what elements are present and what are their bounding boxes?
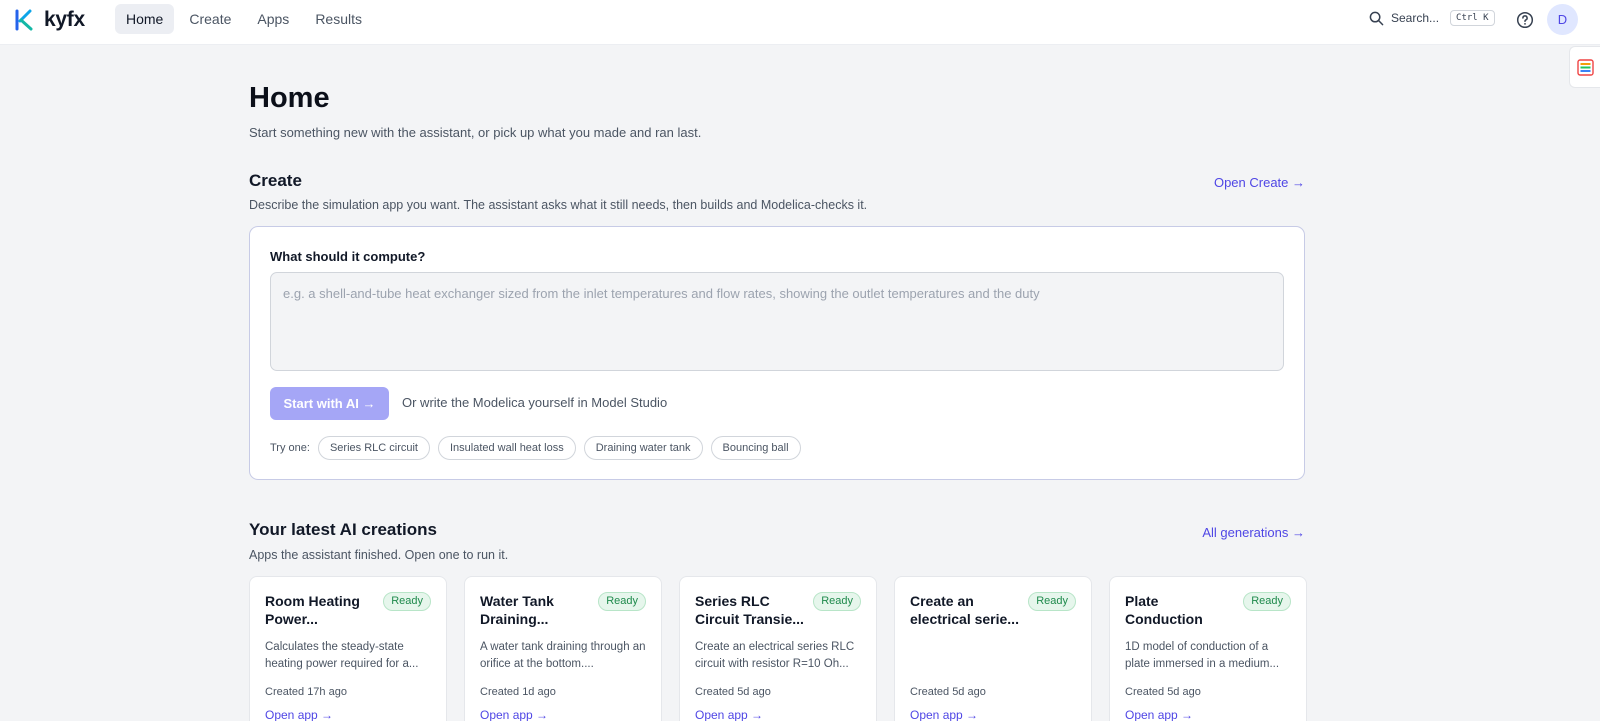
example-chip-bouncing-ball[interactable]: Bouncing ball: [710, 436, 801, 460]
latest-creations-description: Apps the assistant finished. Open one to…: [249, 548, 509, 562]
all-generations-link[interactable]: All generations →: [1202, 525, 1305, 540]
status-badge: Ready: [813, 592, 861, 611]
status-badge: Ready: [383, 592, 431, 611]
start-with-ai-button[interactable]: Start with AI →: [270, 387, 389, 420]
user-avatar[interactable]: D: [1547, 4, 1578, 35]
nav-create[interactable]: Create: [178, 4, 242, 34]
app-card-title: Water Tank Draining...: [480, 593, 554, 627]
open-app-link[interactable]: Open app →: [910, 708, 978, 721]
app-card-title: Plate Conduction: [1125, 593, 1203, 627]
app-cards-list: Room Heating Power... Ready Calculates t…: [249, 576, 1307, 721]
example-chip-wall-heat-loss[interactable]: Insulated wall heat loss: [437, 436, 576, 460]
try-one-label: Try one:: [270, 442, 310, 454]
nav-apps[interactable]: Apps: [246, 4, 300, 34]
open-app-link[interactable]: Open app →: [1125, 708, 1193, 721]
app-card-description: A water tank draining through an orifice…: [480, 641, 646, 670]
page-subtitle: Start something new with the assistant, …: [249, 125, 702, 140]
app-card[interactable]: Water Tank Draining... Ready A water tan…: [464, 576, 662, 721]
open-app-link[interactable]: Open app →: [480, 708, 548, 721]
example-prompts: Try one: Series RLC circuit Insulated wa…: [270, 436, 801, 460]
search-button[interactable]: Search... Ctrl K: [1369, 10, 1495, 26]
status-badge: Ready: [1028, 592, 1076, 611]
app-card-title: Room Heating Power...: [265, 593, 360, 627]
app-card-created: Created 5d ago: [1125, 686, 1201, 698]
top-navigation-bar: kyfx Home Create Apps Results Search... …: [0, 0, 1600, 45]
brand-name: kyfx: [44, 8, 85, 31]
app-card[interactable]: Create an electrical serie... Ready Crea…: [894, 576, 1092, 721]
create-section-title: Create: [249, 171, 302, 190]
prompt-textarea[interactable]: [270, 272, 1284, 371]
create-section-description: Describe the simulation app you want. Th…: [249, 198, 868, 212]
app-card-created: Created 5d ago: [695, 686, 771, 698]
app-card[interactable]: Plate Conduction Ready 1D model of condu…: [1109, 576, 1307, 721]
status-badge: Ready: [1243, 592, 1291, 611]
open-app-link[interactable]: Open app →: [265, 708, 333, 721]
app-card[interactable]: Room Heating Power... Ready Calculates t…: [249, 576, 447, 721]
brand-logo[interactable]: kyfx: [14, 8, 85, 32]
app-card-created: Created 1d ago: [480, 686, 556, 698]
status-badge: Ready: [598, 592, 646, 611]
help-icon[interactable]: [1516, 11, 1534, 29]
app-card-description: Create an electrical series RLC circuit …: [695, 641, 855, 670]
nav-results[interactable]: Results: [304, 4, 373, 34]
app-card[interactable]: Series RLC Circuit Transie... Ready Crea…: [679, 576, 877, 721]
app-card-title: Create an electrical serie...: [910, 593, 1019, 627]
open-app-link[interactable]: Open app →: [695, 708, 763, 721]
table-app-icon: [1576, 58, 1594, 76]
search-shortcut-badge: Ctrl K: [1450, 10, 1495, 26]
app-card-created: Created 17h ago: [265, 686, 347, 698]
prompt-label: What should it compute?: [270, 249, 426, 264]
side-panel-tab[interactable]: [1569, 46, 1600, 88]
app-card-title: Series RLC Circuit Transie...: [695, 593, 804, 627]
app-card-description: 1D model of conduction of a plate immers…: [1125, 641, 1280, 670]
main-nav: Home Create Apps Results: [115, 4, 373, 34]
app-card-created: Created 5d ago: [910, 686, 986, 698]
example-chip-water-tank[interactable]: Draining water tank: [583, 436, 703, 460]
nav-home[interactable]: Home: [115, 4, 175, 34]
example-chip-rlc-circuit[interactable]: Series RLC circuit: [317, 436, 430, 460]
search-label: Search...: [1391, 11, 1440, 25]
kyfx-logo-icon: [15, 9, 33, 31]
latest-creations-title: Your latest AI creations: [249, 520, 437, 539]
search-icon: [1369, 11, 1384, 25]
page-title: Home: [249, 82, 330, 114]
create-card: What should it compute? Start with AI → …: [249, 226, 1305, 480]
app-card-description: Calculates the steady-state heating powe…: [265, 641, 419, 670]
model-studio-link[interactable]: Or write the Modelica yourself in Model …: [402, 395, 667, 410]
open-create-link[interactable]: Open Create →: [1214, 175, 1305, 190]
